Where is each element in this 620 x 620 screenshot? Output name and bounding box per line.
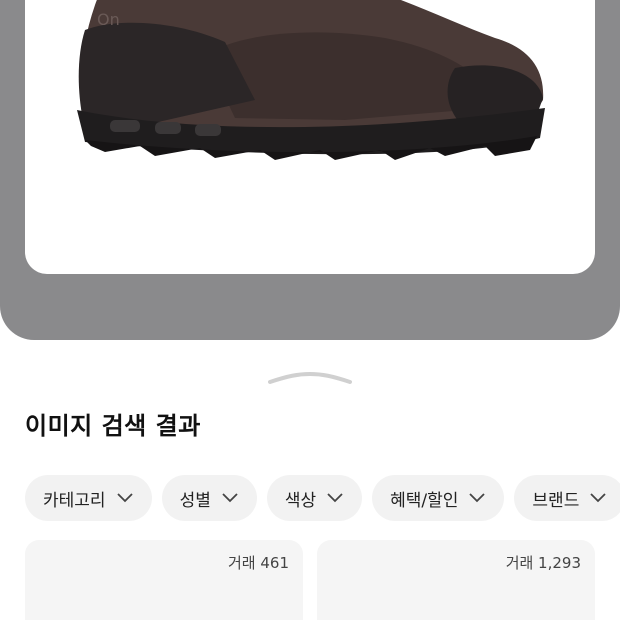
search-image-frame: On <box>0 0 620 340</box>
filter-chip-color[interactable]: 색상 <box>266 475 363 521</box>
filter-chip-row: 카테고리 성별 색상 혜택/할인 브랜드 <box>25 475 620 521</box>
filter-chip-category[interactable]: 카테고리 <box>25 475 152 521</box>
shoe-cutout <box>195 124 221 136</box>
shoe-cutout <box>155 122 181 134</box>
results-sheet: 이미지 검색 결과 카테고리 성별 색상 혜택/할인 브랜드 거래 461 거래… <box>0 340 620 620</box>
page-title: 이미지 검색 결과 <box>25 412 201 440</box>
shoe-cutout <box>110 120 140 132</box>
sneaker-image: On <box>77 0 545 160</box>
result-grid: 거래 461 거래 1,293 <box>25 540 595 620</box>
filter-chip-label: 성별 <box>179 490 211 511</box>
chevron-down-icon <box>469 493 486 503</box>
filter-chip-label: 색상 <box>284 490 317 511</box>
filter-chip-gender[interactable]: 성별 <box>161 475 257 521</box>
chevron-down-icon <box>222 493 238 503</box>
shoe-heel-logo: On <box>97 10 120 29</box>
filter-chip-benefit[interactable]: 혜택/할인 <box>372 475 505 521</box>
chevron-down-icon <box>327 493 343 503</box>
filter-chip-brand[interactable]: 브랜드 <box>514 475 620 521</box>
trade-count: 거래 461 <box>228 554 289 572</box>
filter-chip-label: 브랜드 <box>532 490 580 511</box>
result-card[interactable]: 거래 1,293 <box>317 540 595 620</box>
trade-count: 거래 1,293 <box>505 554 581 572</box>
filter-chip-label: 혜택/할인 <box>390 490 459 511</box>
result-card[interactable]: 거래 461 <box>25 540 303 620</box>
filter-chip-label: 카테고리 <box>43 490 106 511</box>
chevron-down-icon <box>590 493 606 503</box>
search-image-card[interactable]: On <box>25 0 595 274</box>
chevron-down-icon <box>116 493 133 503</box>
sheet-handle-icon[interactable] <box>268 372 352 386</box>
